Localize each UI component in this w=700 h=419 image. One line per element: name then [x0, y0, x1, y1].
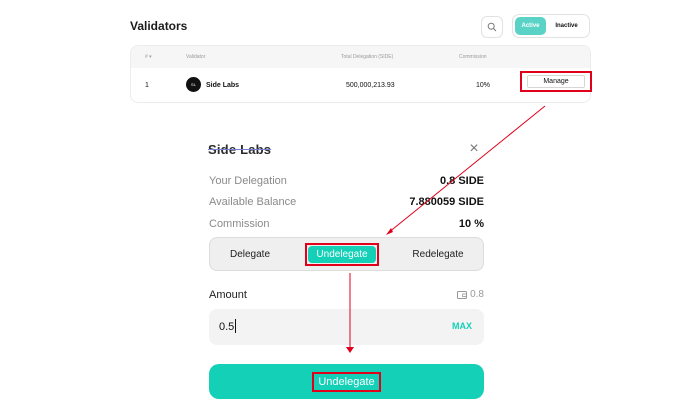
arrowhead-manage-to-tab-icon: [386, 228, 393, 235]
arrow-manage-to-tab: [387, 105, 546, 234]
arrowhead-tab-to-submit-icon: [346, 347, 354, 353]
annotation-arrows: [346, 105, 546, 353]
